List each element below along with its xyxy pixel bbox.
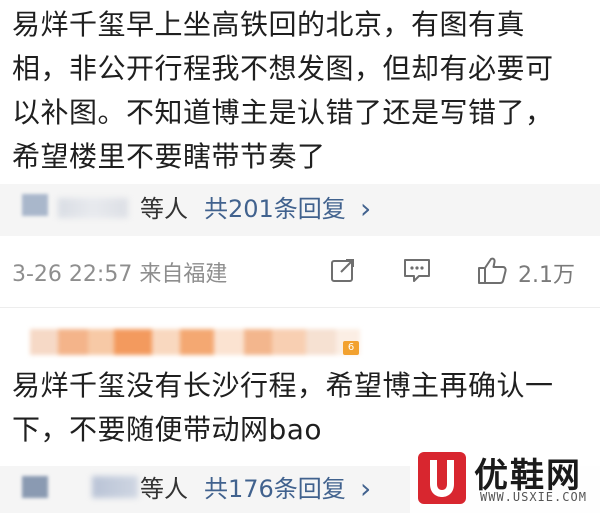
avatar xyxy=(22,476,48,498)
comment-line: 易烊千玺没有长沙行程，希望博主再确认一 xyxy=(12,369,554,402)
divider xyxy=(0,307,600,308)
comment-line: 易烊千玺早上坐高铁回的北京，有图有真 xyxy=(12,8,526,41)
watermark-logo-icon xyxy=(418,452,466,504)
replier-suffix: 等人 xyxy=(140,195,188,223)
reply-count-link[interactable]: 共176条回复 xyxy=(204,474,346,504)
blurred-username xyxy=(30,329,360,355)
share-icon[interactable] xyxy=(329,256,357,284)
thumbs-up-icon[interactable] xyxy=(476,256,508,286)
site-watermark: 优鞋网 WWW.USXIE.COM xyxy=(410,446,600,513)
comment-text: 易烊千玺没有长沙行程，希望博主再确认一 下，不要随便带动网bao xyxy=(12,364,590,452)
replies-preview[interactable]: 等人 共201条回复 › xyxy=(0,184,600,236)
comment-line: 相，非公开行程我不想发图，但却有必要可 xyxy=(12,52,554,85)
level-badge: 6 xyxy=(343,341,359,355)
comment-meta: 3-26 22:57 来自福建 2.1万 xyxy=(0,252,600,292)
watermark-site: WWW.USXIE.COM xyxy=(480,490,587,504)
blurred-username xyxy=(92,476,138,498)
chevron-right-icon: › xyxy=(360,472,372,505)
replier-suffix: 等人 xyxy=(140,475,188,503)
like-count: 2.1万 xyxy=(518,263,575,288)
comment-text: 易烊千玺早上坐高铁回的北京，有图有真 相，非公开行程我不想发图，但却有必要可 以… xyxy=(12,3,590,179)
weibo-comment-page: 易烊千玺早上坐高铁回的北京，有图有真 相，非公开行程我不想发图，但却有必要可 以… xyxy=(0,0,600,513)
blurred-username xyxy=(58,198,128,218)
avatar xyxy=(22,194,48,216)
timestamp-source: 3-26 22:57 来自福建 xyxy=(12,262,228,287)
chevron-right-icon: › xyxy=(360,192,372,225)
comment-line: 希望楼里不要瞎带节奏了 xyxy=(12,140,326,173)
comment-line: 以补图。不知道博主是认错了还是写错了， xyxy=(12,96,554,129)
reply-count-link[interactable]: 共201条回复 xyxy=(204,194,346,224)
comment-icon[interactable] xyxy=(402,256,432,284)
